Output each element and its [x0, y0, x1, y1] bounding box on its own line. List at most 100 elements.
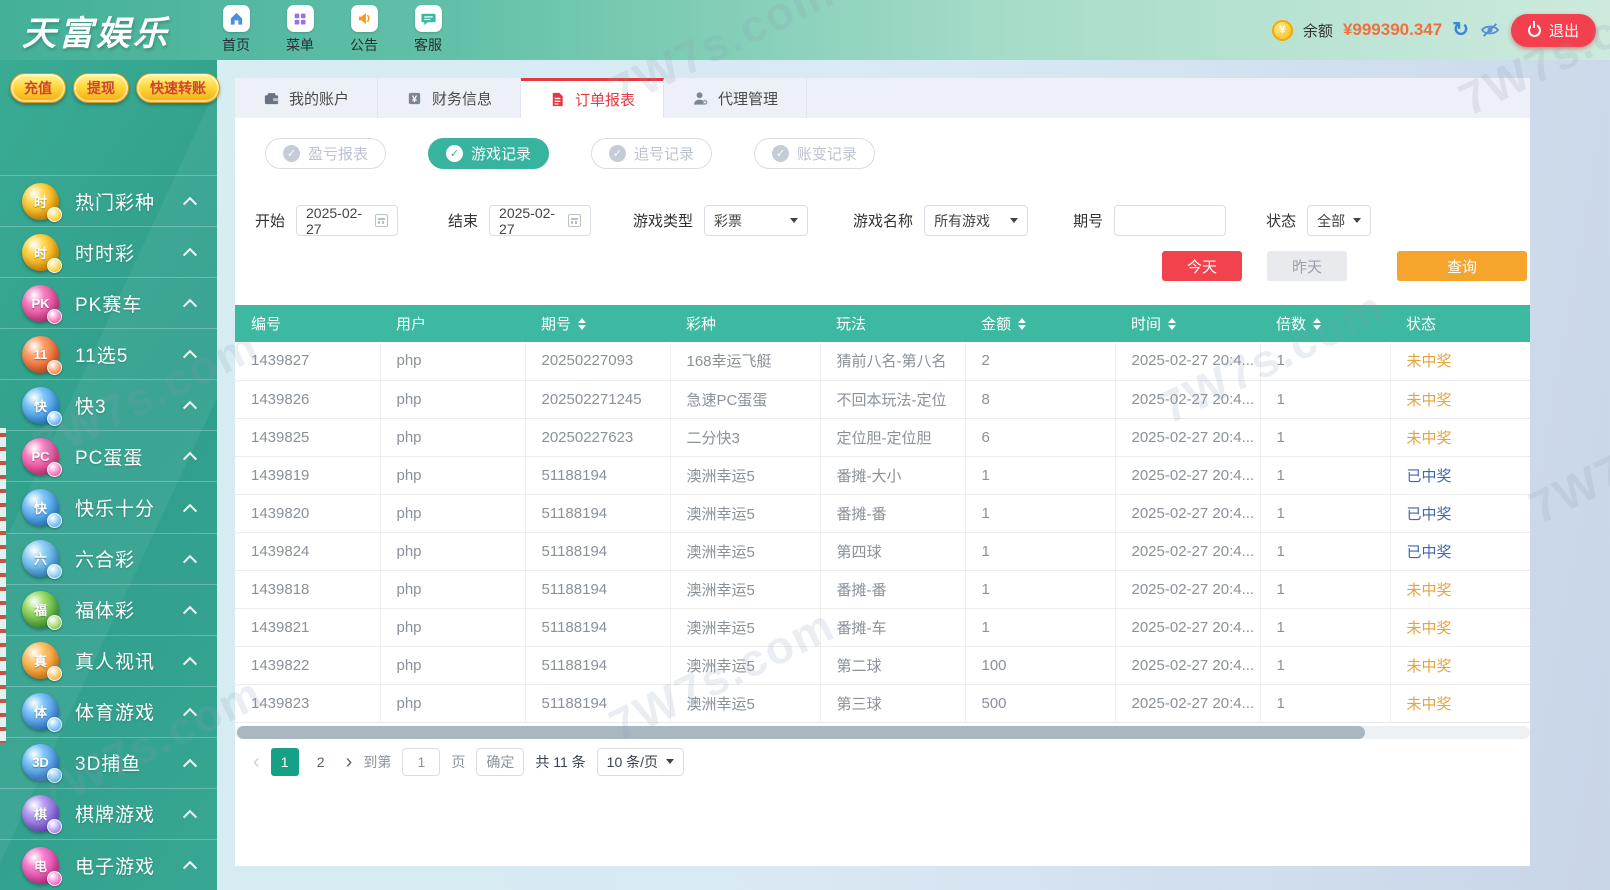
watermark: 7W7s.com: [1520, 380, 1610, 534]
tab-label: 订单报表: [574, 92, 635, 109]
sidebar-action-button[interactable]: 快速转账: [136, 73, 220, 103]
sub-tab[interactable]: ✓ 追号记录: [591, 138, 713, 169]
goto-page-input[interactable]: 1: [402, 747, 441, 776]
sidebar-item[interactable]: 福 福体彩: [0, 583, 217, 635]
horizontal-scrollbar-thumb[interactable]: [237, 725, 1365, 739]
start-date-label: 开始: [255, 213, 286, 230]
ball-sub-badge-icon: [47, 513, 62, 528]
sidebar-item[interactable]: 快 快乐十分: [0, 481, 217, 532]
sidebar-action-button[interactable]: 提现: [73, 73, 129, 103]
ball-sub-badge-icon: [47, 870, 62, 886]
lottery-ball-icon: 六: [22, 540, 62, 580]
table-header-cell[interactable]: 状态: [1390, 305, 1530, 342]
game-name-select[interactable]: 所有游戏: [924, 205, 1029, 236]
sub-tab[interactable]: ✓ 游戏记录: [428, 138, 550, 169]
sidebar-item[interactable]: PC PC蛋蛋: [0, 430, 217, 481]
issue-label: 期号: [1073, 213, 1104, 230]
cell-amount: 2: [965, 342, 1116, 381]
game-type-select[interactable]: 彩票: [704, 205, 809, 236]
nav-label: 公告: [350, 37, 378, 53]
sidebar-item[interactable]: 六 六合彩: [0, 532, 217, 584]
sidebar-item-label: 时时彩: [75, 243, 136, 265]
ball-sub-badge-icon: [47, 717, 62, 733]
sidebar-item[interactable]: 3D 3D捕鱼: [0, 736, 217, 788]
chevron-up-icon: [182, 707, 198, 722]
cell-user: php: [380, 684, 526, 723]
chevron-up-icon: [182, 298, 198, 314]
nav-item-announcement[interactable]: 公告: [340, 5, 388, 55]
tab-my-account[interactable]: 我的账户: [235, 78, 378, 118]
per-page-select[interactable]: 10 条/页: [596, 747, 685, 776]
prev-page-icon[interactable]: ‹: [253, 752, 260, 772]
refresh-icon[interactable]: ↻: [1452, 20, 1469, 40]
sidebar-item[interactable]: 快 快3: [0, 379, 217, 430]
cell-status: 未中奖: [1390, 418, 1530, 457]
page-number-button[interactable]: 1: [270, 747, 299, 776]
page-number-button[interactable]: 2: [307, 748, 335, 776]
total-count-label: 共 11 条: [535, 753, 586, 770]
sort-arrows-icon[interactable]: [1313, 317, 1322, 330]
sidebar-item[interactable]: 时 热门彩种: [0, 175, 217, 226]
header-label: 期号: [541, 316, 572, 333]
table-header-cell[interactable]: 编号: [235, 305, 380, 342]
left-edge-marquee: [0, 428, 6, 743]
sidebar-item[interactable]: 体 体育游戏: [0, 685, 217, 737]
sort-arrows-icon[interactable]: [578, 317, 587, 330]
sidebar-item-label: 3D捕鱼: [75, 754, 142, 776]
search-button[interactable]: 查询: [1397, 251, 1527, 281]
eye-off-icon[interactable]: [1479, 22, 1501, 38]
nav-item-home[interactable]: 首页: [212, 5, 260, 55]
cell-lottery: 澳洲幸运5: [670, 608, 821, 647]
start-date-input[interactable]: 2025-02-27: [296, 205, 399, 237]
nav-item-menu[interactable]: 菜单: [276, 5, 324, 55]
sidebar-item[interactable]: PK PK赛车: [0, 277, 217, 328]
content-card: 我的账户 ¥ 财务信息 订单报表 代理管理 ✓ 盈亏报表 ✓ 游戏记录 ✓ 追号…: [235, 78, 1530, 866]
cell-lottery: 澳洲幸运5: [670, 456, 821, 495]
cell-lottery: 澳洲幸运5: [670, 646, 821, 685]
table-header-cell[interactable]: 用户: [380, 305, 525, 342]
table-header-cell[interactable]: 倍数: [1260, 305, 1390, 342]
sub-tab[interactable]: ✓ 盈亏报表: [265, 138, 387, 169]
cell-multiple: 1: [1260, 684, 1391, 723]
issue-input[interactable]: [1114, 205, 1227, 236]
cell-time: 2025-02-27 20:4...: [1115, 684, 1261, 723]
sidebar-item-label: 体育游戏: [75, 703, 156, 725]
table-header-cell[interactable]: 时间: [1115, 305, 1260, 342]
ball-sub-badge-icon: [47, 308, 62, 324]
tab-order-report[interactable]: 订单报表: [521, 78, 664, 118]
lottery-ball-icon: 电: [22, 846, 62, 886]
ball-sub-badge-icon: [47, 461, 62, 477]
sidebar-item[interactable]: 真 真人视讯: [0, 634, 217, 686]
sort-arrows-icon[interactable]: [1018, 317, 1027, 330]
end-date-input[interactable]: 2025-02-27: [489, 205, 592, 237]
horizontal-scrollbar-track[interactable]: [235, 725, 1530, 739]
next-page-icon[interactable]: ›: [346, 752, 353, 772]
status-select[interactable]: 全部: [1307, 205, 1372, 236]
sidebar-item-label: 快3: [75, 396, 107, 418]
tab-finance-info[interactable]: ¥ 财务信息: [378, 78, 521, 118]
cell-time: 2025-02-27 20:4...: [1115, 494, 1261, 533]
sidebar-item[interactable]: 时 时时彩: [0, 226, 217, 277]
table-header-cell[interactable]: 彩种: [670, 305, 820, 342]
sidebar-action-button[interactable]: 充值: [10, 73, 66, 103]
table-header-cell[interactable]: 期号: [525, 305, 670, 342]
sidebar-item[interactable]: 棋 棋牌游戏: [0, 787, 217, 839]
nav-item-support[interactable]: 客服: [404, 5, 452, 55]
cell-time: 2025-02-27 20:4...: [1115, 342, 1261, 381]
confirm-button[interactable]: 确定: [476, 747, 525, 776]
cell-issue: 20250227093: [525, 342, 671, 381]
quick-date-buttons: 今天 昨天 查询: [235, 251, 1530, 281]
tab-agent-management[interactable]: 代理管理: [664, 78, 807, 118]
sidebar-item[interactable]: 11 11选5: [0, 328, 217, 379]
logout-button[interactable]: 退出: [1510, 13, 1596, 47]
yesterday-button[interactable]: 昨天: [1267, 251, 1347, 281]
today-button[interactable]: 今天: [1162, 251, 1242, 281]
sub-tab[interactable]: ✓ 账变记录: [754, 138, 876, 169]
table-header-cell[interactable]: 玩法: [820, 305, 965, 342]
table-header-cell[interactable]: 金额: [965, 305, 1115, 342]
status-value: 全部: [1317, 212, 1346, 229]
sort-arrows-icon[interactable]: [1168, 317, 1177, 330]
sidebar-item[interactable]: 电 电子游戏: [0, 839, 217, 890]
dropdown-caret-icon: [1010, 218, 1019, 223]
ball-sub-badge-icon: [47, 819, 62, 835]
